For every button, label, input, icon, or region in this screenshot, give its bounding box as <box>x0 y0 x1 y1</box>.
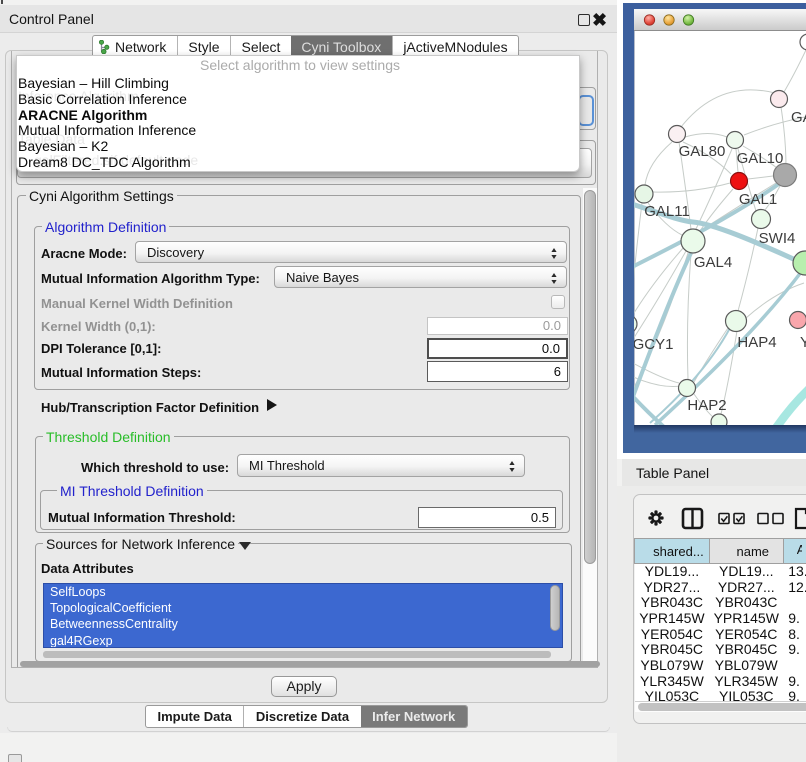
svg-text:HAP4: HAP4 <box>737 334 776 351</box>
svg-text:GAL4: GAL4 <box>694 254 732 271</box>
svg-text:SWI4: SWI4 <box>759 230 796 247</box>
svg-text:GAL11: GAL11 <box>644 203 690 220</box>
svg-text:HAP2: HAP2 <box>687 397 726 414</box>
svg-text:GAL2: GAL2 <box>791 109 806 126</box>
svg-text:Y: Y <box>800 334 806 351</box>
svg-text:GAL10: GAL10 <box>737 150 784 167</box>
svg-text:GAL80: GAL80 <box>679 143 726 160</box>
svg-text:GAL1: GAL1 <box>739 191 777 208</box>
svg-text:GCY1: GCY1 <box>634 336 673 353</box>
